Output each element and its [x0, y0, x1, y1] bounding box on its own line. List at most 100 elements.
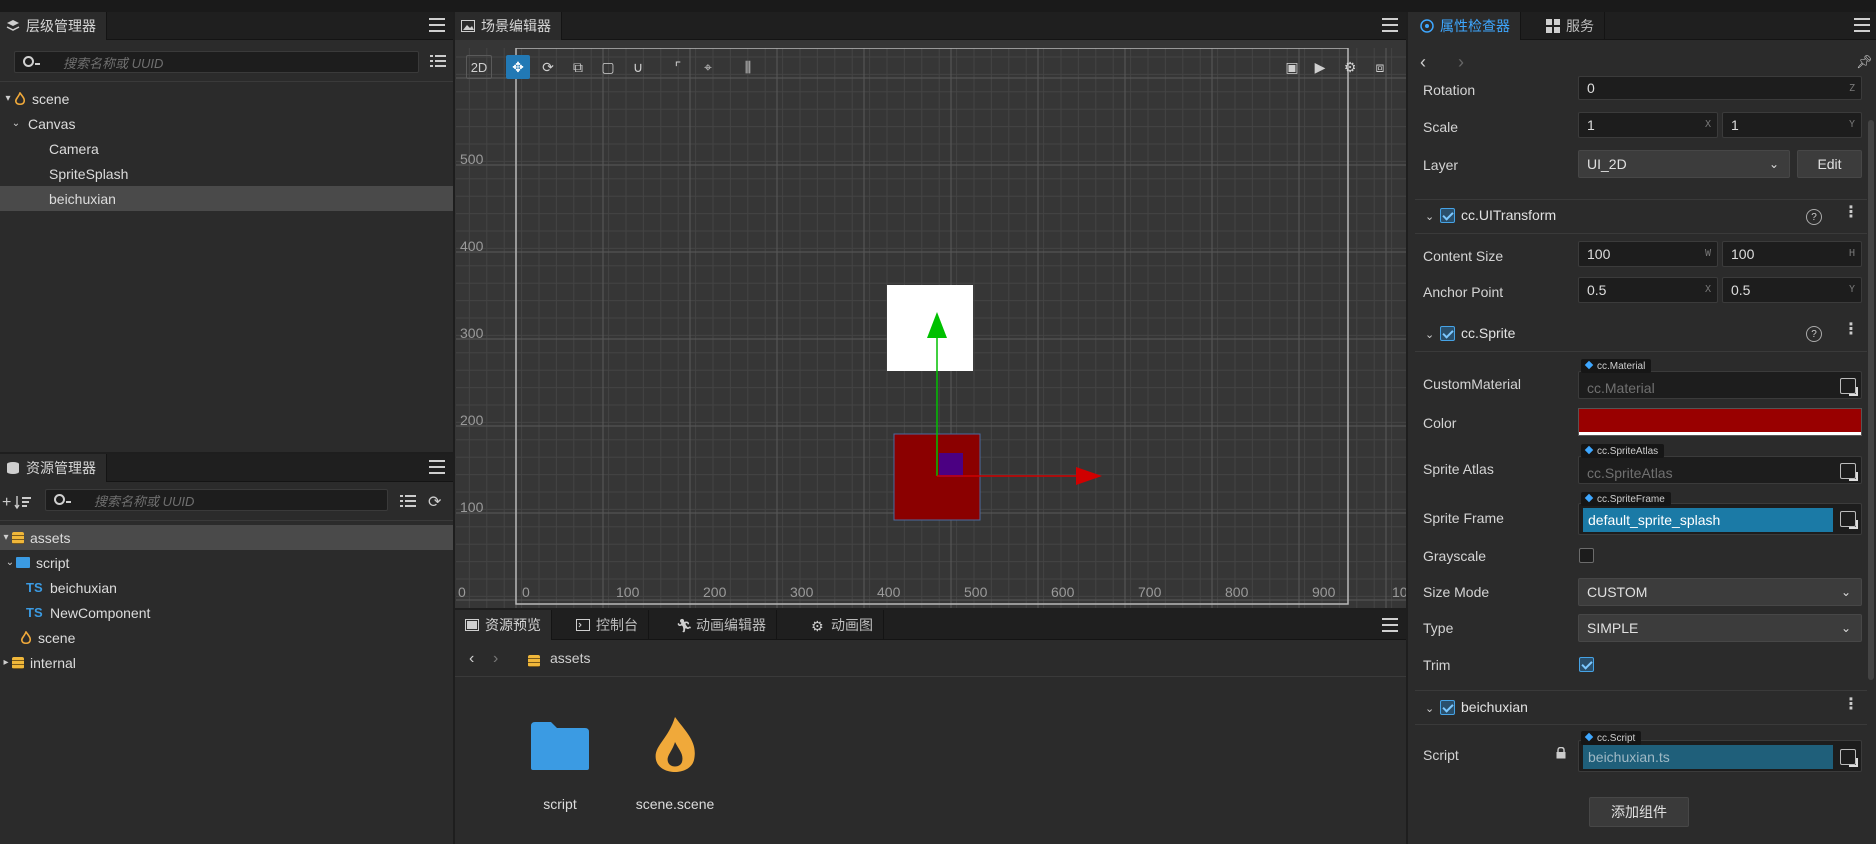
- content-size-h-field[interactable]: 100 H: [1722, 241, 1862, 267]
- tree-item-canvas[interactable]: ⌄ Canvas: [0, 111, 453, 136]
- rect-tool-icon[interactable]: ▢: [596, 55, 620, 79]
- sprite-frame-field[interactable]: default_sprite_splash: [1578, 503, 1862, 535]
- assets-search-input[interactable]: 搜索名称或 UUID: [45, 489, 388, 511]
- tab-asset-preview[interactable]: 资源预览: [455, 610, 552, 640]
- sprite-frame-tag: cc.SpriteFrame: [1581, 492, 1671, 506]
- services-title: 服务: [1566, 18, 1594, 34]
- align-icon[interactable]: ⫼: [736, 55, 760, 79]
- script-enabled-checkbox[interactable]: [1440, 700, 1455, 715]
- scene-settings-icon[interactable]: ⧈: [1368, 55, 1392, 79]
- scene-viewport[interactable]: 0 0 100 200 300 400 500 600 700 800 900 100 500 400 30…: [456, 48, 1406, 608]
- tab-animation-editor[interactable]: 🏃︎ 动画编辑器: [670, 610, 777, 640]
- forward-arrow-icon[interactable]: ›: [493, 650, 498, 668]
- snap-tool-icon[interactable]: ∪: [626, 55, 650, 79]
- sort-icon[interactable]: [14, 494, 32, 510]
- chevron-down-icon[interactable]: ⌄: [4, 557, 16, 568]
- tab-animation-graph[interactable]: ⚙ 动画图: [805, 610, 884, 640]
- caret-down-icon[interactable]: ▾: [2, 93, 14, 104]
- tab-services[interactable]: 服务: [1540, 12, 1605, 40]
- pin-icon[interactable]: 📌︎: [1856, 54, 1873, 70]
- color-swatch[interactable]: [1578, 408, 1862, 436]
- asset-item-script[interactable]: script: [525, 720, 595, 812]
- scene-menu-icon[interactable]: [1382, 18, 1398, 32]
- tree-item-camera[interactable]: Camera: [0, 136, 453, 161]
- unit-w: W: [1704, 248, 1711, 259]
- tree-item-spritesplash[interactable]: SpriteSplash: [0, 161, 453, 186]
- add-component-button[interactable]: 添加组件: [1589, 797, 1689, 827]
- tab-assets[interactable]: 资源管理器: [0, 454, 107, 482]
- tree-item-label: beichuxian: [49, 190, 116, 207]
- inspector-menu-icon[interactable]: [1854, 18, 1870, 32]
- asset-picker-icon[interactable]: [1840, 749, 1858, 767]
- y-tick-label: 200: [460, 412, 484, 428]
- scale-x-field[interactable]: 1 X: [1578, 112, 1718, 138]
- add-asset-icon[interactable]: +: [2, 494, 11, 512]
- breadcrumb[interactable]: assets: [550, 650, 590, 666]
- sprite-atlas-field[interactable]: cc.SpriteAtlas: [1578, 456, 1862, 484]
- hierarchy-search-input[interactable]: 搜索名称或 UUID: [14, 51, 419, 73]
- caret-right-icon[interactable]: ▸: [0, 657, 12, 668]
- assets-menu-icon[interactable]: [429, 460, 445, 474]
- viewport-size-icon[interactable]: ▣: [1280, 55, 1304, 79]
- tree-item-newcomponent-ts[interactable]: TS NewComponent: [0, 600, 453, 625]
- asset-picker-icon[interactable]: [1840, 378, 1858, 396]
- forward-arrow-icon[interactable]: ›: [1458, 52, 1464, 73]
- grayscale-checkbox[interactable]: [1579, 548, 1594, 563]
- tree-item-internal[interactable]: ▸ internal: [0, 650, 453, 675]
- layer-edit-button[interactable]: Edit: [1797, 150, 1862, 178]
- back-arrow-icon[interactable]: ‹: [469, 650, 474, 668]
- content-size-w-field[interactable]: 100 W: [1578, 241, 1718, 267]
- type-select[interactable]: SIMPLE ⌄: [1578, 614, 1862, 642]
- layer-select[interactable]: UI_2D ⌄: [1578, 150, 1790, 178]
- refresh-icon[interactable]: ⟳: [428, 492, 441, 512]
- gear-icon[interactable]: ⚙: [1338, 55, 1362, 79]
- assets-list-view-icon[interactable]: [400, 494, 416, 508]
- size-mode-select[interactable]: CUSTOM ⌄: [1578, 578, 1862, 606]
- sprite-enabled-checkbox[interactable]: [1440, 326, 1455, 341]
- anchor-x-field[interactable]: 0.5 X: [1578, 277, 1718, 303]
- x-tick-label: 200: [703, 584, 727, 600]
- help-icon[interactable]: ?: [1806, 326, 1822, 342]
- chevron-down-icon[interactable]: ⌄: [10, 118, 22, 129]
- scale-tool-icon[interactable]: ⧉: [566, 55, 590, 79]
- local-global-icon[interactable]: ⌖: [696, 55, 720, 79]
- tree-item-beichuxian[interactable]: beichuxian: [0, 186, 453, 211]
- x-tick-label: 600: [1051, 584, 1075, 600]
- asset-picker-icon[interactable]: [1840, 511, 1858, 529]
- more-options-icon[interactable]: ⋮: [1843, 697, 1859, 713]
- more-options-icon[interactable]: ⋮: [1843, 205, 1859, 221]
- tree-item-scene[interactable]: ▾ scene: [0, 86, 453, 111]
- rotation-field[interactable]: 0 Z: [1578, 76, 1862, 100]
- back-arrow-icon[interactable]: ‹: [1420, 52, 1426, 73]
- caret-down-icon[interactable]: ▾: [0, 532, 12, 543]
- camera-icon[interactable]: ▶: [1308, 55, 1332, 79]
- x-tick-label: 900: [1312, 584, 1336, 600]
- rotate-tool-icon[interactable]: ⟳: [536, 55, 560, 79]
- tab-hierarchy[interactable]: 层级管理器: [0, 12, 107, 40]
- anchor-y-field[interactable]: 0.5 Y: [1722, 277, 1862, 303]
- tab-inspector[interactable]: 属性检查器: [1408, 12, 1521, 40]
- grayscale-label: Grayscale: [1423, 548, 1487, 564]
- tab-console[interactable]: 控制台: [570, 610, 649, 640]
- more-options-icon[interactable]: ⋮: [1843, 322, 1859, 338]
- move-tool-icon[interactable]: ✥: [506, 55, 530, 79]
- help-icon[interactable]: ?: [1806, 209, 1822, 225]
- tree-item-assets[interactable]: ▾ assets: [0, 525, 453, 550]
- inspector-scrollbar[interactable]: [1868, 120, 1874, 680]
- hierarchy-menu-icon[interactable]: [429, 18, 445, 32]
- tab-scene-editor[interactable]: 场景编辑器: [455, 12, 562, 40]
- bottom-menu-icon[interactable]: [1382, 618, 1398, 632]
- trim-checkbox[interactable]: [1579, 657, 1594, 672]
- asset-item-scene[interactable]: scene.scene: [625, 714, 725, 812]
- tree-item-scene-asset[interactable]: scene: [0, 625, 453, 650]
- custom-material-field[interactable]: cc.Material: [1578, 371, 1862, 399]
- scale-y-field[interactable]: 1 Y: [1722, 112, 1862, 138]
- x-tick-label: 100: [1392, 584, 1406, 600]
- hierarchy-list-view-icon[interactable]: [430, 54, 446, 68]
- tree-item-script-folder[interactable]: ⌄ script: [0, 550, 453, 575]
- pivot-icon[interactable]: ⌜: [666, 55, 690, 79]
- asset-picker-icon[interactable]: [1840, 463, 1858, 481]
- uitransform-enabled-checkbox[interactable]: [1440, 208, 1455, 223]
- mode-2d-button[interactable]: 2D: [466, 55, 492, 79]
- tree-item-beichuxian-ts[interactable]: TS beichuxian: [0, 575, 453, 600]
